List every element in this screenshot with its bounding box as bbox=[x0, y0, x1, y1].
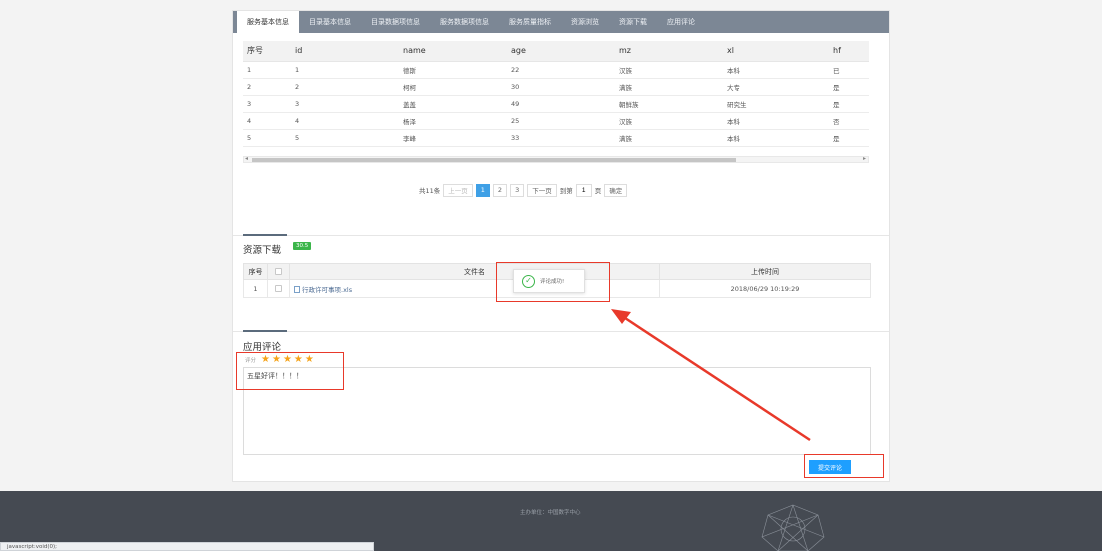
tab-resource-download[interactable]: 资源下载 bbox=[609, 11, 657, 33]
tab-bar: 服务基本信息 目录基本信息 目录数据项信息 服务数据项信息 服务质量指标 资源浏… bbox=[233, 11, 889, 33]
table-cell: 49 bbox=[507, 95, 615, 113]
table-cell: 5 bbox=[243, 129, 291, 147]
browser-status-bar: javascript:void(0); bbox=[0, 542, 374, 551]
table-header-row: 序号 id name age mz xl hf bbox=[243, 41, 869, 62]
scroll-right-icon[interactable]: ▸ bbox=[863, 155, 866, 162]
table-cell: 朝鲜族 bbox=[615, 95, 723, 113]
table-row: 5 5 李峰 33 满族 本科 是 bbox=[243, 129, 869, 147]
section-divider bbox=[233, 235, 889, 236]
tab-catalog-basic-info[interactable]: 目录基本信息 bbox=[299, 11, 361, 33]
table-cell: 1 bbox=[291, 61, 399, 79]
table-cell: 2018/06/29 10:19:29 bbox=[659, 279, 871, 298]
globe-logo-icon bbox=[761, 504, 825, 551]
table-cell: 大专 bbox=[723, 78, 829, 96]
table-cell: 4 bbox=[291, 112, 399, 130]
resource-badge: 30.5 bbox=[293, 242, 312, 250]
highlight-box-rating bbox=[236, 352, 344, 390]
column-header: 序号 bbox=[243, 263, 268, 280]
tab-catalog-data-items[interactable]: 目录数据项信息 bbox=[361, 11, 430, 33]
tab-resource-browse[interactable]: 资源浏览 bbox=[561, 11, 609, 33]
scroll-left-icon[interactable]: ◂ bbox=[245, 155, 248, 162]
app-comments-title: 应用评论 bbox=[243, 342, 282, 353]
table-cell: 是 bbox=[829, 78, 869, 96]
table-cell: 汉族 bbox=[615, 61, 723, 79]
resource-download-title: 资源下载 bbox=[243, 245, 282, 256]
table-cell: 5 bbox=[291, 129, 399, 147]
table-cell: 否 bbox=[829, 112, 869, 130]
table-cell: 是 bbox=[829, 129, 869, 147]
page-unit-label: 页 bbox=[594, 187, 602, 195]
column-header[interactable]: age bbox=[507, 41, 615, 62]
next-page-button[interactable]: 下一页 bbox=[527, 183, 557, 197]
table-row: 1 1 德斯 22 汉族 本科 已 bbox=[243, 61, 869, 79]
section-divider bbox=[233, 331, 889, 332]
column-header[interactable]: xl bbox=[723, 41, 829, 62]
pagination: 共11条 上一页 1 2 3 下一页 到第 页 确定 bbox=[419, 183, 628, 197]
table-cell: 4 bbox=[243, 112, 291, 130]
column-header[interactable]: mz bbox=[615, 41, 723, 62]
table-cell: 30 bbox=[507, 78, 615, 96]
page: 服务基本信息 目录基本信息 目录数据项信息 服务数据项信息 服务质量指标 资源浏… bbox=[0, 0, 1102, 551]
content-panel: 服务基本信息 目录基本信息 目录数据项信息 服务数据项信息 服务质量指标 资源浏… bbox=[232, 10, 890, 482]
data-table: 序号 id name age mz xl hf 1 1 德斯 22 汉族 本科 bbox=[243, 41, 869, 147]
column-header[interactable]: 序号 bbox=[243, 41, 291, 62]
table-cell: 汉族 bbox=[615, 112, 723, 130]
horizontal-scrollbar[interactable]: ◂ ▸ bbox=[243, 155, 869, 163]
file-download-link[interactable]: 行政许可事项.xls bbox=[302, 286, 352, 294]
table-cell: 满族 bbox=[615, 129, 723, 147]
table-cell: 3 bbox=[291, 95, 399, 113]
table-cell: 本科 bbox=[723, 61, 829, 79]
table-cell: 本科 bbox=[723, 112, 829, 130]
column-header[interactable]: name bbox=[399, 41, 507, 62]
tab-app-comments[interactable]: 应用评论 bbox=[657, 11, 705, 33]
table-cell: 研究生 bbox=[723, 95, 829, 113]
goto-page-input[interactable] bbox=[575, 183, 592, 197]
table-cell: 是 bbox=[829, 95, 869, 113]
table-row: 2 2 柯柯 30 满族 大专 是 bbox=[243, 78, 869, 96]
table-row: 4 4 杨泽 25 汉族 本科 否 bbox=[243, 112, 869, 130]
table-cell: 1 bbox=[243, 61, 291, 79]
table-cell: 满族 bbox=[615, 78, 723, 96]
goto-label: 到第 bbox=[559, 187, 573, 195]
column-header: 上传时间 bbox=[659, 263, 871, 280]
total-count: 共11条 bbox=[419, 187, 441, 195]
select-all-header bbox=[267, 263, 290, 280]
highlight-box-submit bbox=[804, 454, 884, 478]
table-cell: 33 bbox=[507, 129, 615, 147]
table-cell: 柯柯 bbox=[399, 78, 507, 96]
page-button-3[interactable]: 3 bbox=[510, 183, 525, 197]
section-underline bbox=[243, 330, 287, 332]
tab-service-basic-info[interactable]: 服务基本信息 bbox=[237, 11, 299, 33]
row-checkbox[interactable] bbox=[275, 285, 282, 292]
table-cell bbox=[267, 279, 290, 298]
table-cell: 李峰 bbox=[399, 129, 507, 147]
section-underline bbox=[243, 234, 287, 236]
goto-confirm-button[interactable]: 确定 bbox=[604, 183, 628, 197]
table-cell: 25 bbox=[507, 112, 615, 130]
table-cell: 2 bbox=[243, 78, 291, 96]
table-cell: 已 bbox=[829, 61, 869, 79]
tab-service-data-items[interactable]: 服务数据项信息 bbox=[430, 11, 499, 33]
scrollbar-thumb[interactable] bbox=[252, 158, 736, 162]
table-cell: 杨泽 bbox=[399, 112, 507, 130]
highlight-box-toast bbox=[496, 262, 610, 302]
select-all-checkbox[interactable] bbox=[275, 268, 282, 275]
column-header[interactable]: id bbox=[291, 41, 399, 62]
table-row: 3 3 盖盖 49 朝鲜族 研究生 是 bbox=[243, 95, 869, 113]
prev-page-button[interactable]: 上一页 bbox=[443, 183, 473, 197]
table-cell: 2 bbox=[291, 78, 399, 96]
table-cell: 3 bbox=[243, 95, 291, 113]
table-cell: 1 bbox=[243, 279, 268, 298]
page-button-2[interactable]: 2 bbox=[492, 183, 508, 197]
column-header[interactable]: hf bbox=[829, 41, 869, 62]
table-cell: 本科 bbox=[723, 129, 829, 147]
table-cell: 22 bbox=[507, 61, 615, 79]
table-cell: 德斯 bbox=[399, 61, 507, 79]
file-icon bbox=[294, 286, 300, 293]
table-cell: 盖盖 bbox=[399, 95, 507, 113]
tab-quality-metrics[interactable]: 服务质量指标 bbox=[499, 11, 561, 33]
footer-text: 主办单位：中国数字中心 bbox=[520, 510, 581, 516]
page-button-1[interactable]: 1 bbox=[475, 183, 490, 197]
